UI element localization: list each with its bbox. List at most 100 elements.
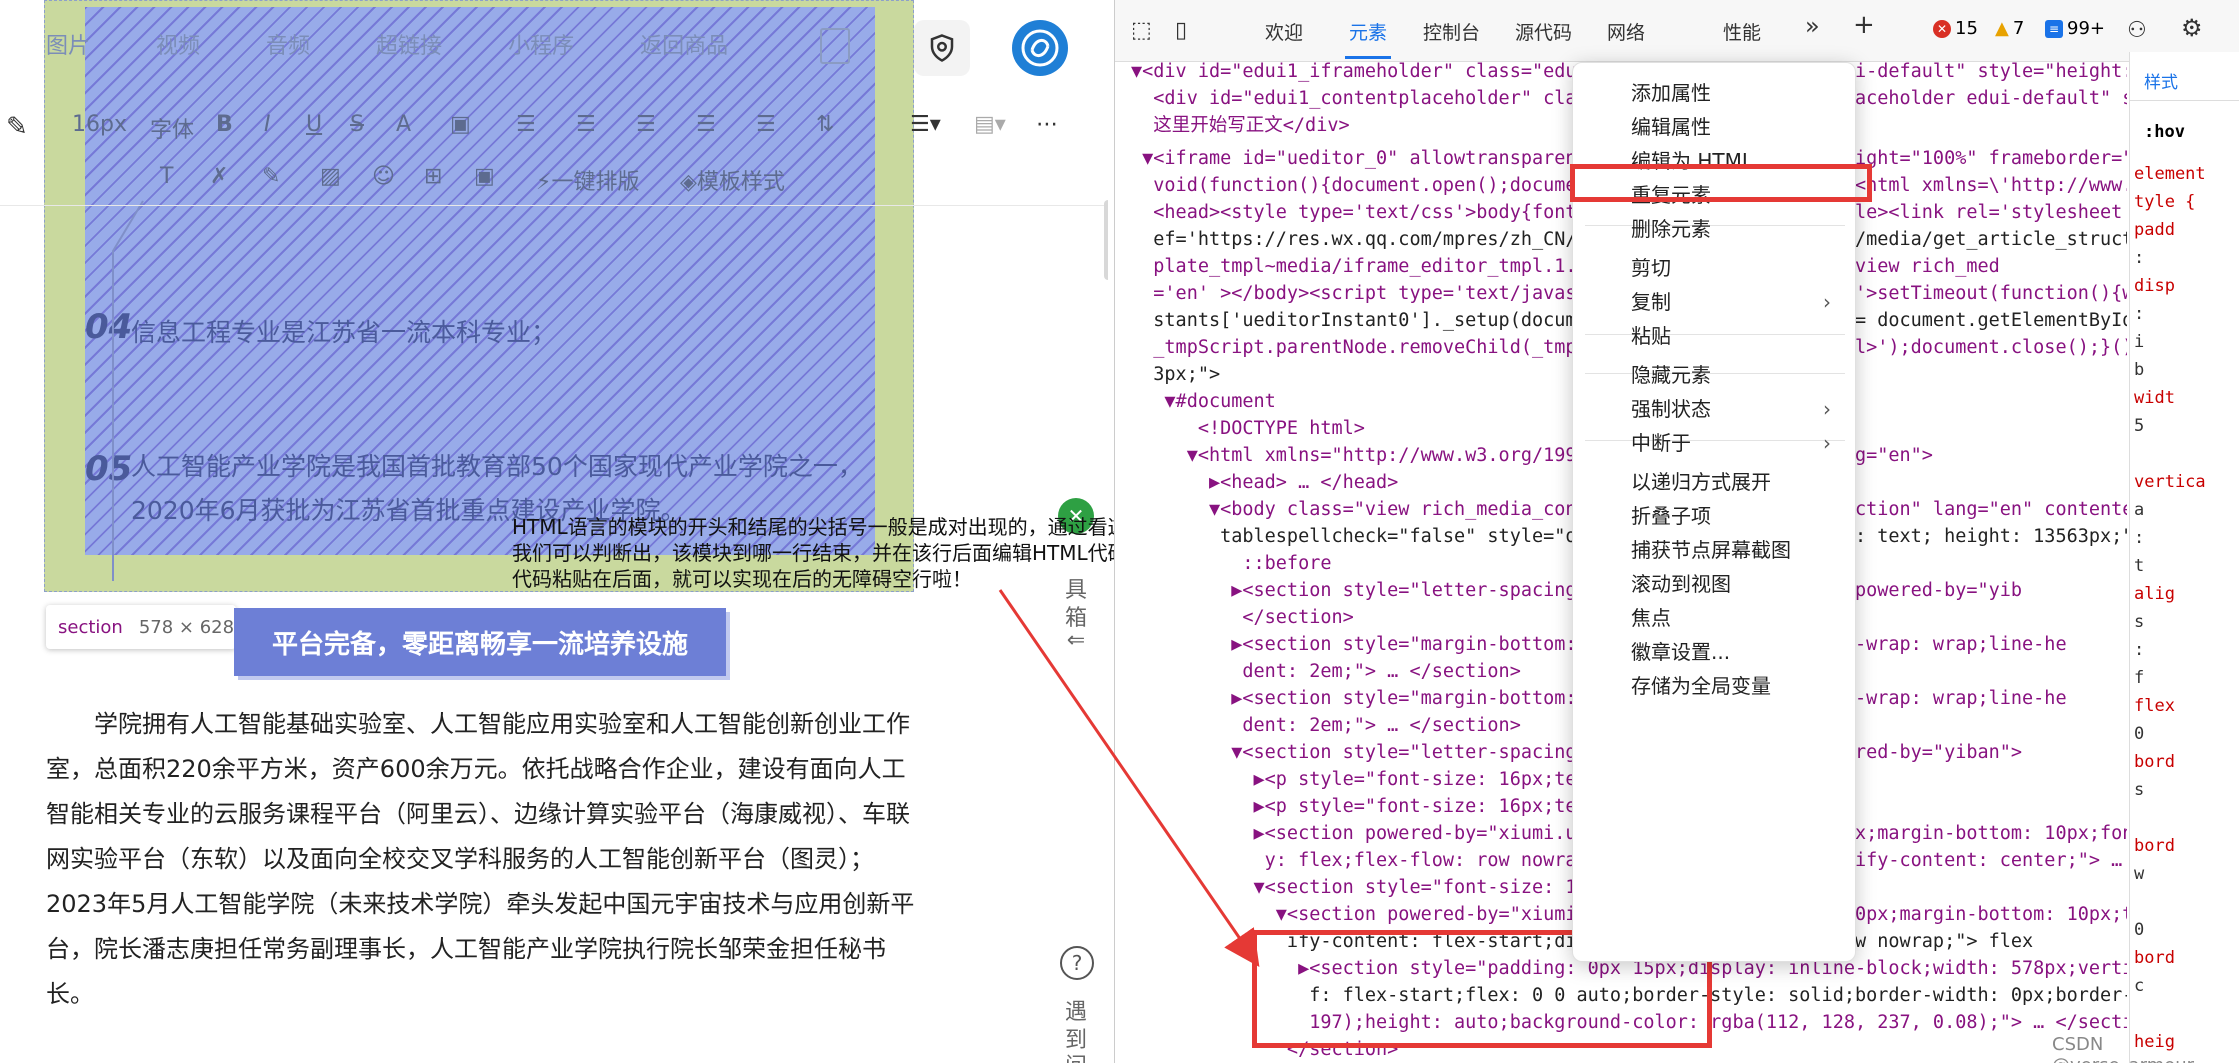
style-rule-line: 0 <box>2134 920 2145 940</box>
editor-scrollbar[interactable] <box>1104 200 1108 280</box>
align-right-icon[interactable]: ☰ <box>636 112 656 137</box>
inspect-icon[interactable]: ⬚ <box>1131 18 1152 43</box>
tab-welcome[interactable]: 欢迎 <box>1265 18 1303 45</box>
app-logo-icon[interactable] <box>1012 20 1068 76</box>
styles-divider <box>2130 100 2239 101</box>
align-center-icon[interactable]: ☰ <box>576 112 596 137</box>
font-size-select[interactable]: 16px <box>72 112 127 137</box>
watermark: CSDN @verse_armour <box>2052 1034 2194 1063</box>
style-rule-line: c <box>2134 976 2145 996</box>
device-toolbar-icon[interactable]: ▯ <box>1175 18 1187 43</box>
dom-line[interactable]: 3px;"> <box>1131 361 1220 388</box>
dom-line[interactable]: <!DOCTYPE html> <box>1131 415 1365 442</box>
toolbar-hyperlink[interactable]: 超链接 <box>376 28 442 68</box>
toolbar-audio[interactable]: 音频 <box>266 28 310 68</box>
styles-pane: 样式 :hov element tyle { padd : disp : i b … <box>2129 52 2239 1063</box>
dom-line[interactable]: ▼#document <box>1131 388 1275 415</box>
body-paragraph: 学院拥有人工智能基础实验室、人工智能应用实验室和人工智能创新创业工作室，总面积2… <box>46 710 915 1008</box>
style-rule-line: bord <box>2134 948 2175 968</box>
tab-console[interactable]: 控制台 <box>1423 18 1480 45</box>
dom-line[interactable]: dent: 2em;"> … </section> <box>1131 712 1520 739</box>
emoji-icon[interactable]: ☺ <box>372 164 395 189</box>
underline-button[interactable]: U <box>306 112 322 137</box>
bold-button[interactable]: B <box>216 112 233 137</box>
tab-sources[interactable]: 源代码 <box>1515 18 1572 45</box>
tab-network[interactable]: 网络 <box>1607 18 1645 45</box>
background-color-icon[interactable]: ▣ <box>450 112 471 137</box>
dom-line[interactable]: ::before <box>1131 550 1331 577</box>
settings-gear-icon[interactable]: ⚙ <box>2181 14 2203 42</box>
toolbar-video[interactable]: 视频 <box>156 28 200 68</box>
align-left-icon[interactable]: ☰ <box>516 112 536 137</box>
format-painter-icon[interactable]: ✎ <box>262 164 280 189</box>
style-rule-line: s <box>2134 780 2145 800</box>
frame-icon[interactable]: ▣ <box>474 164 495 189</box>
styles-tab[interactable]: 样式 <box>2144 68 2178 93</box>
edit-as-html-highlight <box>1570 164 1872 202</box>
style-rule-line: element <box>2134 164 2206 184</box>
style-rule-line: tyle { <box>2134 192 2196 212</box>
toolbar-image[interactable]: 图片 <box>46 28 90 68</box>
one-click-layout-label: 一键排版 <box>551 170 640 195</box>
help-label-3[interactable]: 问 <box>1048 1048 1104 1063</box>
clear-format-icon[interactable]: ✗ <box>210 164 228 189</box>
list-icon[interactable]: ☰▾ <box>910 112 941 137</box>
context-menu-item[interactable]: 存储为全局变量 <box>1573 664 1857 708</box>
tooltip-tag-name: section <box>58 616 123 638</box>
dom-line[interactable]: ▶<head> … </head> <box>1131 469 1398 496</box>
dom-line[interactable]: plate_tmpl~media/iframe_editor_tmpl.1.cs… <box>1131 253 2000 280</box>
section-heading: 平台完备，零距离畅享一流培养设施 <box>234 608 726 676</box>
context-menu-item[interactable]: 删除元素 <box>1573 207 1857 251</box>
context-menu-item-label: 复制 <box>1631 290 1671 314</box>
context-menu-item-label: 删除元素 <box>1631 217 1711 241</box>
collapse-arrow-icon[interactable]: ⇐ <box>1048 628 1104 653</box>
image-icon[interactable]: ▨ <box>320 164 341 189</box>
tab-performance[interactable]: 性能 <box>1723 18 1761 45</box>
more-tabs-icon[interactable]: » <box>1805 12 1820 40</box>
font-select[interactable]: 字体 <box>150 112 194 144</box>
element-tooltip: section 578 × 628 <box>46 605 236 649</box>
strikethrough-button[interactable]: S <box>350 112 364 137</box>
toolbar-miniprogram[interactable]: 小程序 <box>508 28 574 68</box>
toolbar-return-product[interactable]: 返回商品 <box>640 28 728 68</box>
context-menu-item[interactable]: 中断于 › <box>1573 421 1857 465</box>
insert-icon[interactable]: ⊞ <box>424 164 442 189</box>
style-rule-line: : <box>2134 528 2145 548</box>
dom-line[interactable]: 这里开始写正文</div> <box>1131 112 1349 139</box>
error-badge[interactable]: ✕ 15 <box>1933 18 1978 39</box>
font-color-button[interactable]: A <box>396 112 411 137</box>
align-justify-icon[interactable]: ☰ <box>696 112 716 137</box>
customize-icon[interactable]: ⚇ <box>2127 18 2147 43</box>
italic-button[interactable]: I <box>264 112 271 137</box>
timeline-line <box>112 200 144 581</box>
one-click-layout-button[interactable]: ⚡一键排版 <box>536 164 639 196</box>
section-content-highlight: 04 信息工程专业是江苏省一流本科专业； 05 人工智能产业学院是我国首批教育部… <box>85 7 875 555</box>
pen-icon[interactable]: ✎ <box>6 112 28 142</box>
message-badge[interactable]: ≡ 99+ <box>2045 18 2105 39</box>
dom-line[interactable]: </section> <box>1131 604 1353 631</box>
table-icon[interactable]: ▤▾ <box>974 112 1006 137</box>
add-tab-icon[interactable]: + <box>1853 10 1875 40</box>
shield-icon[interactable] <box>914 20 970 76</box>
template-button[interactable]: ◈模板样式 <box>680 164 785 196</box>
context-menu-item[interactable]: 粘贴 <box>1573 314 1857 358</box>
style-rule-line: vertica <box>2134 472 2206 492</box>
context-menu-item-label: 强制状态 <box>1631 397 1711 421</box>
dom-line[interactable]: dent: 2em;"> … </section> <box>1131 658 1520 685</box>
warning-icon: ▲ <box>1995 18 2009 39</box>
text-format-icon[interactable]: T <box>160 164 173 189</box>
style-rule-line: padd <box>2134 220 2175 240</box>
more-icon[interactable]: ⋯ <box>1036 112 1058 137</box>
document-icon[interactable] <box>820 28 850 64</box>
line-height-icon[interactable]: ⇅ <box>816 112 834 137</box>
tab-elements[interactable]: 元素 <box>1344 18 1392 59</box>
hov-filter[interactable]: :hov <box>2144 122 2185 142</box>
help-icon[interactable]: ? <box>1060 946 1094 980</box>
style-rule-line: : <box>2134 248 2145 268</box>
style-rule-line: t <box>2134 556 2145 576</box>
dom-line[interactable]: ▼<section style="font-size: 16px;"> <box>1131 874 1644 901</box>
context-menu-item-label: 滚动到视图 <box>1631 572 1731 596</box>
indent-icon[interactable]: ☰ <box>756 112 776 137</box>
warning-badge[interactable]: ▲ 7 <box>1995 18 2024 39</box>
highlight-line: 信息工程专业是江苏省一流本科专业； <box>131 318 557 347</box>
